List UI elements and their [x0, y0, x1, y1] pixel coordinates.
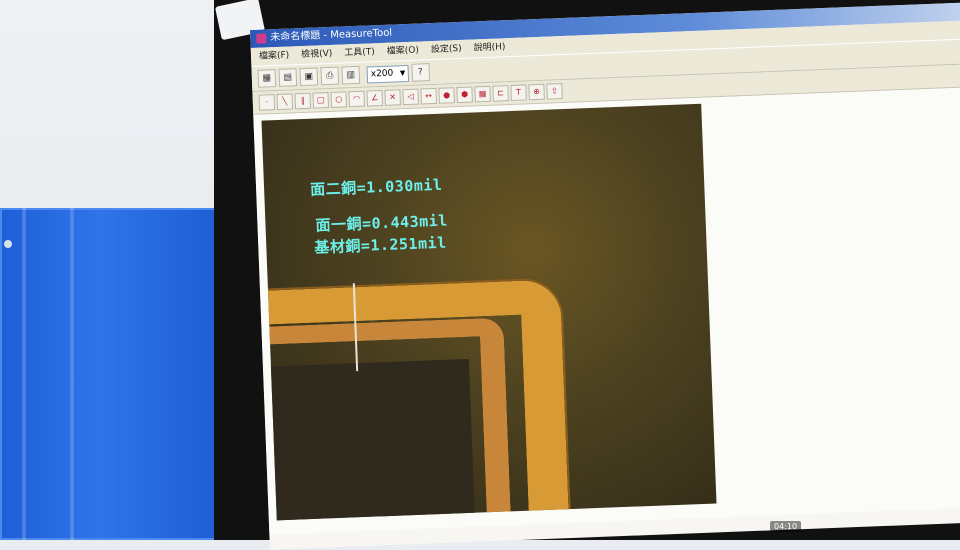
microscope-image[interactable]: 面二銅=1.030mil 面一銅=0.443mil 基材銅=1.251mil	[261, 103, 717, 521]
fill-circle-tool-icon[interactable]: ●	[438, 87, 455, 104]
arc-tool-icon[interactable]: ◠	[348, 90, 366, 108]
substrate-core	[261, 358, 476, 521]
menu-settings[interactable]: 設定(S)	[431, 40, 462, 59]
menu-help[interactable]: 說明(H)	[473, 38, 505, 57]
fill-hex-tool-icon[interactable]: ⬢	[456, 86, 473, 104]
measurement-label-base: 基材銅=1.251mil	[314, 233, 447, 257]
measure-tool-window: 未命名標題 - MeasureTool 檔案(F) 檢視(V) 工具(T) 檔案…	[250, 1, 960, 550]
work-area: 面二銅=1.030mil 面一銅=0.443mil 基材銅=1.251mil	[253, 86, 960, 535]
grid-tool-icon[interactable]: ▦	[474, 85, 491, 103]
zoom-select[interactable]: x200 ▼	[366, 64, 409, 84]
save-icon[interactable]: ▣	[299, 67, 319, 87]
line-tool-icon[interactable]: ╲	[276, 93, 294, 111]
text-tool-icon[interactable]: T	[510, 84, 527, 102]
open-camera-icon[interactable]: ▦	[257, 69, 277, 88]
blue-binder	[0, 208, 250, 540]
export-tool-icon[interactable]: ⇪	[546, 83, 563, 100]
distance-tool-icon[interactable]: ↔	[420, 87, 437, 105]
menu-archive[interactable]: 檔案(O)	[387, 42, 420, 61]
print-icon[interactable]: ⎙	[320, 66, 340, 86]
app-icon	[256, 33, 267, 44]
zoom-value: x200	[370, 68, 394, 79]
bracket-tool-icon[interactable]: ⊏	[492, 85, 509, 102]
menu-view[interactable]: 檢視(V)	[301, 45, 333, 64]
point-tool-icon[interactable]: ·	[258, 94, 276, 111]
circle-tool-icon[interactable]: ○	[330, 91, 348, 108]
binder-ridge	[22, 208, 26, 540]
help-pin-icon[interactable]: ?	[410, 63, 430, 82]
zoom-tool-icon[interactable]: ⊕	[528, 83, 545, 101]
binder-ridge	[70, 208, 74, 540]
rect-tool-icon[interactable]: □	[312, 92, 330, 109]
video-timestamp: 04:10	[770, 521, 802, 532]
measurement-label-face2: 面二銅=1.030mil	[309, 175, 443, 199]
menu-file[interactable]: 檔案(F)	[259, 47, 290, 66]
cross-tool-icon[interactable]: ✕	[384, 89, 402, 106]
parallel-tool-icon[interactable]: ∥	[294, 92, 312, 110]
binder-hole	[4, 240, 12, 248]
triangle-tool-icon[interactable]: ◁	[402, 88, 419, 106]
angle-tool-icon[interactable]: ∠	[366, 89, 384, 107]
chevron-down-icon: ▼	[399, 68, 406, 77]
capture-icon[interactable]: ▥	[341, 65, 361, 85]
menu-tools[interactable]: 工具(T)	[344, 43, 375, 62]
open-file-icon[interactable]: ▤	[278, 68, 298, 87]
